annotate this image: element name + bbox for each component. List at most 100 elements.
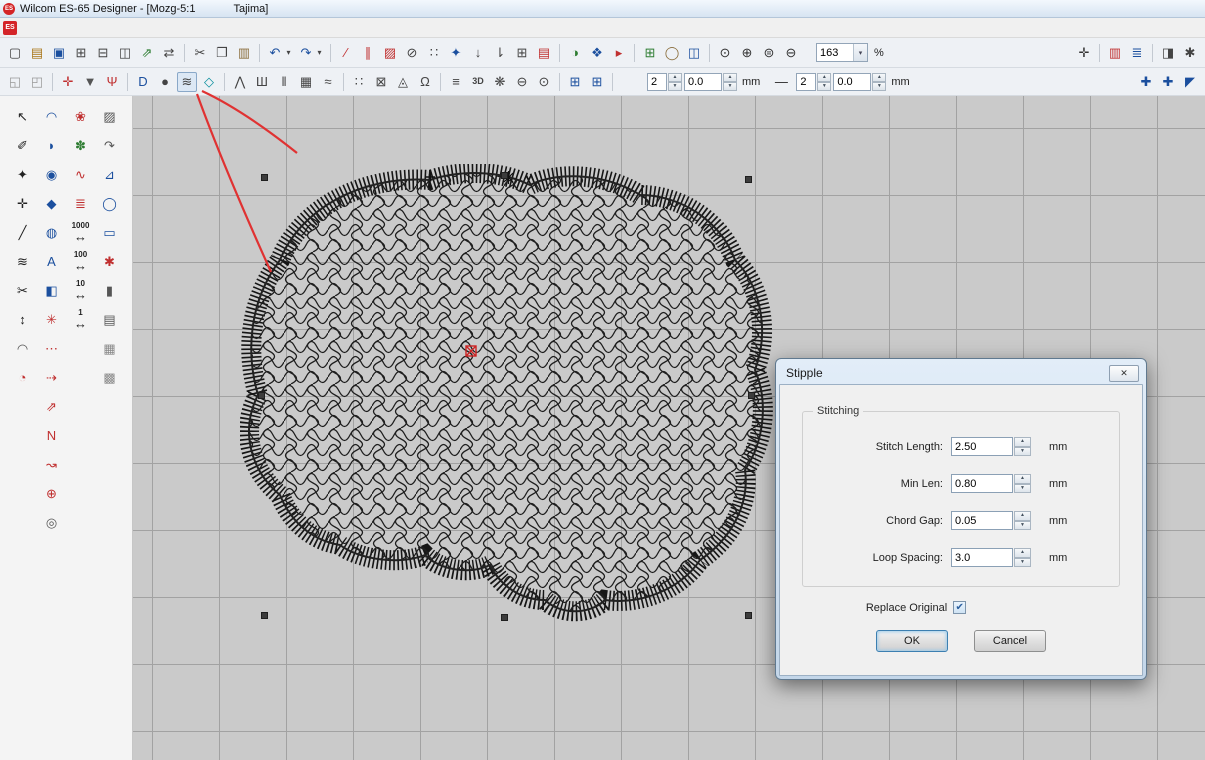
three-d-icon[interactable]: 3D: [468, 72, 488, 92]
wave-fill-icon[interactable]: ≈: [318, 72, 338, 92]
corner-transform-icon[interactable]: ◤: [1180, 72, 1200, 92]
field-input[interactable]: [951, 511, 1013, 530]
stipple-fill-icon[interactable]: ∷: [424, 43, 444, 63]
count-input[interactable]: [647, 73, 667, 91]
zoom-1to1-icon[interactable]: ⊜: [759, 43, 779, 63]
hoop-position-tool[interactable]: ◍: [39, 220, 65, 244]
lasso-select-tool[interactable]: ✐: [10, 133, 36, 157]
zoom-level-input[interactable]: [817, 47, 853, 59]
knife-tool[interactable]: ╱: [10, 220, 36, 244]
spinner-down-icon[interactable]: [1014, 558, 1031, 568]
pattern-fill-icon[interactable]: ▤: [97, 307, 123, 331]
hatch-fill-icon[interactable]: ▨: [97, 104, 123, 128]
save-design-icon[interactable]: ▣: [49, 43, 69, 63]
spinner-down-icon[interactable]: [1014, 521, 1031, 531]
spinner-up-icon[interactable]: [872, 73, 886, 82]
mirror-merge-icon[interactable]: ⊿: [97, 162, 123, 186]
zoom-dropdown-icon[interactable]: [853, 44, 867, 61]
triple-run-icon[interactable]: ‖: [274, 72, 294, 92]
scissors-tool[interactable]: ✂: [10, 278, 36, 302]
arc-digitize-icon[interactable]: ↷: [97, 133, 123, 157]
magic-wand-tool[interactable]: ✦: [10, 162, 36, 186]
export-machine-file-icon[interactable]: ⇗: [137, 43, 157, 63]
undo-dropdown-icon[interactable]: ▾: [283, 43, 294, 63]
dockers-icon[interactable]: ◨: [1158, 43, 1178, 63]
spinner-down-icon[interactable]: [872, 82, 886, 91]
write-to-machine-icon[interactable]: ⇄: [159, 43, 179, 63]
spinner-down-icon[interactable]: [723, 82, 737, 91]
overview-window-icon[interactable]: ◫: [684, 43, 704, 63]
menu-insert[interactable]: [65, 26, 79, 30]
curve-run-icon[interactable]: N: [39, 423, 65, 447]
replace-original-checkbox[interactable]: [953, 601, 966, 614]
spinner-up-icon[interactable]: [723, 73, 737, 82]
circle-digitize-tool[interactable]: ◉: [39, 162, 65, 186]
node-edit-tool[interactable]: ✛: [10, 191, 36, 215]
tie-off-icon[interactable]: ▼: [80, 72, 100, 92]
new-design-icon[interactable]: ▢: [5, 43, 25, 63]
menu-stitch[interactable]: [79, 26, 93, 30]
layout-work-area-icon[interactable]: ⊞: [587, 72, 607, 92]
jump-stitch-icon[interactable]: ↝: [39, 452, 65, 476]
copy-icon[interactable]: ❐: [212, 43, 232, 63]
column-stitch-icon[interactable]: ✱: [97, 249, 123, 273]
travel-100-button[interactable]: 100↔: [68, 249, 94, 273]
offset-dash-icon[interactable]: —: [771, 72, 791, 92]
fan-stitch-icon[interactable]: ◠: [10, 336, 36, 360]
menu-window[interactable]: [149, 26, 163, 30]
stitch-table-icon[interactable]: ⊞: [512, 43, 532, 63]
color-film-icon[interactable]: ▥: [1105, 43, 1125, 63]
proportional-scale-icon[interactable]: ◱: [5, 72, 25, 92]
zigzag-stitch-tool[interactable]: ∿: [68, 162, 94, 186]
run-stitch-icon[interactable]: ∕: [336, 43, 356, 63]
zigzag-stitch-icon[interactable]: ⋀: [230, 72, 250, 92]
measure-tool[interactable]: ↕: [10, 307, 36, 331]
motif-plant-icon[interactable]: ✽: [68, 133, 94, 157]
zoom-in-icon[interactable]: ⊕: [737, 43, 757, 63]
ellipse-tool[interactable]: ◯: [97, 191, 123, 215]
print-icon[interactable]: ⊟: [93, 43, 113, 63]
selection-handle[interactable]: [258, 392, 265, 399]
offset-input[interactable]: [684, 73, 722, 91]
satin-stitch-icon[interactable]: ∥: [358, 43, 378, 63]
menu-special[interactable]: [93, 26, 107, 30]
selection-handle[interactable]: [745, 176, 752, 183]
motif-flower-icon[interactable]: ❀: [68, 104, 94, 128]
radial-fill-icon[interactable]: ⊙: [534, 72, 554, 92]
print-preview-icon[interactable]: ◫: [115, 43, 135, 63]
target-center-icon[interactable]: ⊕: [39, 481, 65, 505]
stitch-angle-icon[interactable]: ⇗: [39, 394, 65, 418]
rectangle-tool[interactable]: ▭: [97, 220, 123, 244]
field-input[interactable]: [951, 437, 1013, 456]
applique-tool[interactable]: ◧: [39, 278, 65, 302]
spinner-up-icon[interactable]: [1014, 437, 1031, 447]
menu-help[interactable]: [163, 26, 177, 30]
menu-view[interactable]: [51, 26, 65, 30]
offset-input[interactable]: [833, 73, 871, 91]
design-colors-icon[interactable]: ❖: [587, 43, 607, 63]
spinner-up-icon[interactable]: [1014, 474, 1031, 484]
dot-run-icon[interactable]: ●: [155, 72, 175, 92]
properties-icon[interactable]: ✱: [1180, 43, 1200, 63]
elastic-fancy-icon[interactable]: ⊖: [512, 72, 532, 92]
omega-fill-icon[interactable]: Ω: [415, 72, 435, 92]
grid-toggle-icon[interactable]: ⊞: [640, 43, 660, 63]
tatami-fill-icon[interactable]: ▦: [296, 72, 316, 92]
ok-button[interactable]: OK: [876, 630, 948, 652]
field-input[interactable]: [951, 548, 1013, 567]
redo-icon[interactable]: ↷: [296, 43, 316, 63]
outline-none-icon[interactable]: ⊘: [402, 43, 422, 63]
zoom-out-icon[interactable]: ⊖: [781, 43, 801, 63]
undo-icon[interactable]: ↶: [265, 43, 285, 63]
sequence-docker-icon[interactable]: ≣: [1127, 43, 1147, 63]
stipple-effect-icon[interactable]: ≋: [177, 72, 197, 92]
selection-handle[interactable]: [261, 612, 268, 619]
closed-curve-tool[interactable]: ◗: [39, 133, 65, 157]
dotted-fill-icon[interactable]: ∷: [349, 72, 369, 92]
zoom-level-combo[interactable]: [816, 43, 868, 62]
parallel-column-icon[interactable]: ▮: [97, 278, 123, 302]
pattern-stamp-tool[interactable]: ◆: [39, 191, 65, 215]
close-icon[interactable]: [1109, 365, 1139, 382]
travel-1-button[interactable]: 1↔: [68, 307, 94, 331]
spiral-stitch-icon[interactable]: ◎: [39, 510, 65, 534]
